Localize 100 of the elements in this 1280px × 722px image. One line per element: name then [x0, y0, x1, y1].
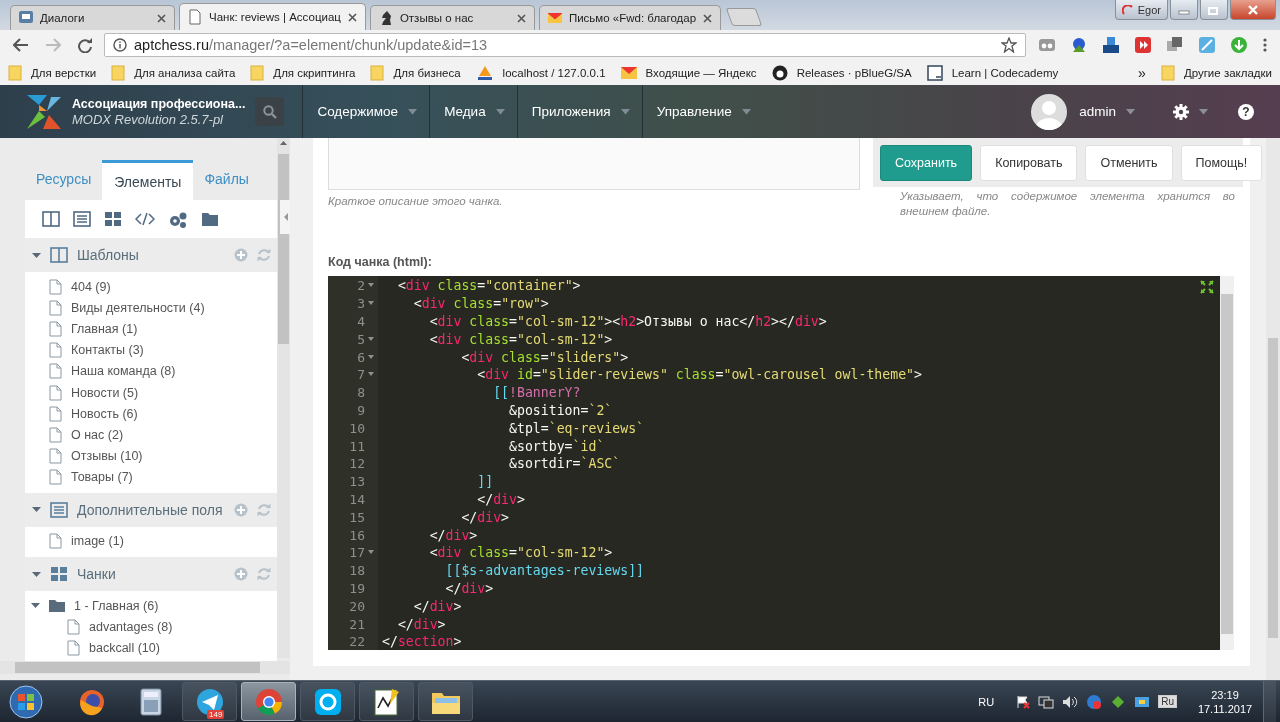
- menu-icon[interactable]: [1262, 37, 1268, 53]
- bookmark[interactable]: Releases · pBlueG/SA: [771, 64, 912, 81]
- taskbar-button[interactable]: [418, 682, 473, 721]
- taskbar-button[interactable]: 149: [182, 682, 237, 721]
- caret-icon[interactable]: [32, 505, 41, 515]
- code-line: [[!BannerY?: [492, 384, 581, 402]
- description-field[interactable]: [328, 138, 860, 190]
- tree-item[interactable]: advantages (8): [25, 616, 277, 638]
- tree-item[interactable]: 404 (9): [25, 276, 277, 298]
- expand-icon[interactable]: [1200, 280, 1214, 294]
- search-button[interactable]: [255, 97, 285, 126]
- extension-icon[interactable]: [1134, 36, 1152, 54]
- fold-icon[interactable]: [368, 550, 374, 556]
- sailboat-icon: [475, 64, 494, 81]
- bookmark[interactable]: Входящие — Яндекс: [620, 65, 757, 80]
- line-number: 15: [349, 509, 365, 525]
- tree-item[interactable]: Виды деятельности (4): [25, 297, 277, 319]
- fold-icon[interactable]: [368, 372, 374, 378]
- browser-tab[interactable]: Письмо «Fwd: благодар: [538, 5, 722, 30]
- minimize-button[interactable]: [1170, 0, 1198, 20]
- tree-folder[interactable]: 1 - Главная (6): [25, 595, 277, 617]
- section-header[interactable]: Шаблоны: [25, 238, 277, 272]
- sidebar-tab[interactable]: Элементы: [102, 160, 194, 200]
- unread-badge: 149: [207, 710, 225, 719]
- scrollbar[interactable]: [277, 138, 290, 658]
- code-icon[interactable]: [135, 211, 155, 227]
- tree-item[interactable]: Отзывы (10): [25, 445, 277, 467]
- bookmark[interactable]: Для анализа сайта: [111, 64, 236, 81]
- more-bookmarks-button[interactable]: »: [1138, 64, 1146, 81]
- scrollbar[interactable]: [1220, 276, 1234, 650]
- caret-icon[interactable]: [32, 569, 41, 579]
- folder-icon[interactable]: [201, 211, 219, 227]
- code-line: ]]: [476, 473, 494, 491]
- bookmark[interactable]: Для верстки: [8, 64, 97, 81]
- line-number: 7: [357, 367, 365, 383]
- line-number: 6: [357, 349, 365, 365]
- tree-item[interactable]: Товары (7): [25, 466, 277, 488]
- bookmark[interactable]: Для бизнеса: [370, 64, 461, 81]
- tree-item[interactable]: backcall (10): [25, 637, 277, 659]
- taskbar-button[interactable]: [359, 682, 414, 721]
- caret-icon: [1199, 108, 1208, 115]
- back-icon[interactable]: [13, 38, 29, 52]
- section-header[interactable]: Чанки: [25, 557, 277, 592]
- scrollbar[interactable]: [0, 661, 290, 674]
- keyboard-layout-indicator[interactable]: Ru: [1158, 695, 1177, 708]
- tree-item[interactable]: Контакты (3): [25, 339, 277, 361]
- fold-icon[interactable]: [368, 283, 374, 289]
- settings-icon[interactable]: [1173, 103, 1189, 120]
- profile-button[interactable]: Egor: [1114, 0, 1168, 20]
- tree-item[interactable]: Новость (6): [25, 403, 277, 425]
- new-chunk-icon[interactable]: [104, 211, 122, 227]
- bookmark[interactable]: localhost / 127.0.0.1: [475, 64, 606, 81]
- avatar[interactable]: [1031, 93, 1068, 130]
- new-template-icon[interactable]: [42, 211, 60, 227]
- extension-icon[interactable]: [1166, 36, 1184, 54]
- tree-item[interactable]: Главная (1): [25, 318, 277, 340]
- clock[interactable]: 23:19 17.11.2017: [1195, 687, 1255, 716]
- code-editor[interactable]: [328, 276, 1234, 650]
- bookmark-folder[interactable]: Другие закладки: [1160, 64, 1272, 81]
- fold-icon[interactable]: [368, 354, 374, 360]
- extension-icon[interactable]: [1070, 36, 1088, 54]
- caret-icon[interactable]: [31, 601, 40, 611]
- bookmark[interactable]: Для скриптинга: [250, 64, 356, 81]
- fold-icon[interactable]: [368, 336, 374, 342]
- line-number: 9: [357, 402, 365, 418]
- download-icon[interactable]: [1230, 36, 1248, 54]
- tree-item[interactable]: О нас (2): [25, 424, 277, 446]
- user-menu[interactable]: admin: [1079, 104, 1116, 119]
- flag-icon[interactable]: [1016, 694, 1031, 709]
- maximize-button[interactable]: [1200, 0, 1228, 20]
- extension-icon[interactable]: [1102, 36, 1120, 54]
- reload-icon[interactable]: [77, 37, 93, 53]
- bookmark[interactable]: Learn | Codecademy: [926, 64, 1059, 81]
- browser-tab[interactable]: Диалоги: [10, 5, 175, 30]
- browser-tab[interactable]: Отзывы о нас: [369, 5, 535, 30]
- browser-tab[interactable]: Чанк: reviews | Ассоциац: [179, 3, 366, 30]
- help-button[interactable]: ?: [1238, 103, 1254, 120]
- tree-item[interactable]: Новости (5): [25, 381, 277, 404]
- taskbar-button[interactable]: [300, 682, 355, 721]
- code-line: <div class="col-sm-12">: [428, 544, 613, 562]
- collapse-handle[interactable]: [280, 200, 291, 234]
- language-indicator[interactable]: RU: [978, 695, 995, 708]
- scrollbar[interactable]: [1266, 138, 1280, 680]
- caret-icon[interactable]: [32, 250, 41, 260]
- fold-icon[interactable]: [368, 301, 374, 307]
- section-header[interactable]: Дополнительные поля: [25, 492, 277, 527]
- gears-icon[interactable]: [168, 211, 188, 229]
- volume-icon[interactable]: [1062, 694, 1079, 709]
- document-icon: [49, 320, 62, 337]
- action-button[interactable]: Отменить: [1085, 144, 1173, 181]
- close-button[interactable]: [1230, 0, 1276, 20]
- app-tray-icon[interactable]: [1110, 693, 1127, 710]
- action-button[interactable]: Помощь!: [1180, 144, 1263, 181]
- tree-item[interactable]: Наша команда (8): [25, 360, 277, 382]
- address-field[interactable]: aptchess.ru/manager/?a=element/chunk/update&id=13: [104, 33, 1026, 57]
- star-icon[interactable]: [1001, 37, 1017, 53]
- new-field-icon[interactable]: [73, 211, 91, 227]
- tree-item[interactable]: image (1): [25, 530, 277, 553]
- action-button[interactable]: Копировать: [980, 144, 1078, 181]
- network-icon[interactable]: [1038, 694, 1055, 709]
